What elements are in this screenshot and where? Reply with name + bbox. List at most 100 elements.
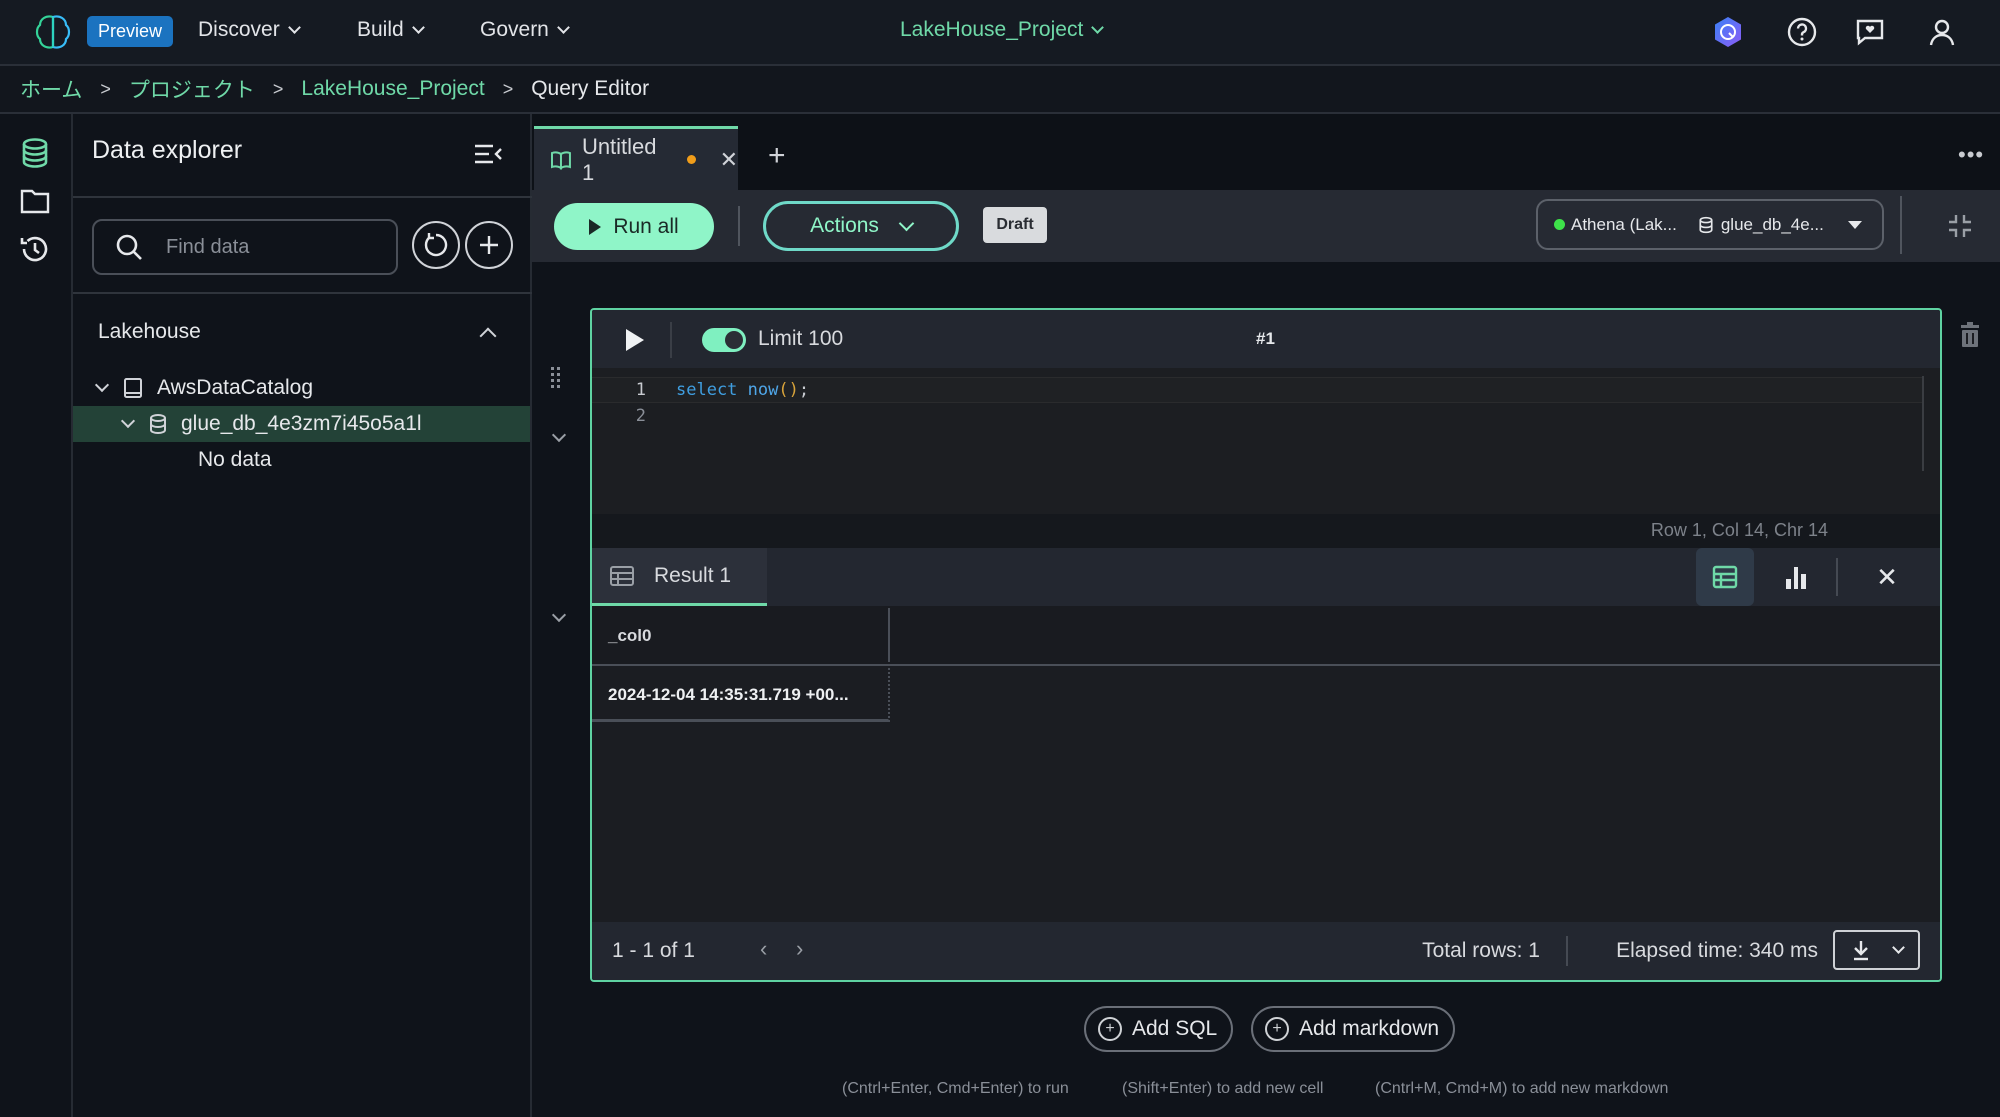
add-sql-button[interactable]: + Add SQL [1084, 1006, 1234, 1052]
cell-number: #1 [1256, 329, 1275, 348]
help-icon[interactable] [1784, 14, 1820, 50]
tree-empty-state: No data [198, 448, 272, 471]
editor-scrollbar[interactable] [1922, 376, 1924, 471]
chart-view-button[interactable] [1767, 548, 1825, 606]
search-field[interactable] [92, 219, 398, 275]
new-tab-button[interactable]: + [768, 139, 786, 173]
icon-rail [0, 114, 73, 1117]
table-row[interactable]: 2024-12-04 14:35:31.719 +00... [592, 668, 890, 722]
folder-icon[interactable] [18, 184, 52, 218]
breadcrumb-current: Query Editor [531, 77, 650, 100]
elapsed-time: Elapsed time: 340 ms [1616, 939, 1818, 962]
drag-handle-icon[interactable] [550, 366, 562, 388]
add-markdown-button[interactable]: + Add markdown [1251, 1006, 1456, 1052]
shortcut-hint-run: (Cntrl+Enter, Cmd+Enter) to run [842, 1080, 1069, 1097]
chevron-right-icon: > [100, 78, 111, 99]
app-logo-icon[interactable] [34, 13, 72, 51]
section-lakehouse[interactable]: Lakehouse [98, 320, 201, 344]
plus-circle-icon: + [1098, 1017, 1122, 1041]
actions-dropdown[interactable]: Actions [763, 201, 959, 251]
unsaved-indicator [686, 155, 696, 164]
shortcut-hint-cell: (Shift+Enter) to add new cell [1122, 1080, 1324, 1097]
chevron-down-icon[interactable] [120, 413, 136, 429]
connection-selector[interactable]: Athena (Lak... glue_db_4e... [1536, 199, 1884, 250]
close-tab-icon[interactable]: ✕ [720, 147, 738, 173]
chevron-down-icon [1091, 20, 1105, 34]
chevron-down-icon [287, 20, 301, 34]
chevron-down-icon[interactable] [94, 377, 110, 393]
collapse-editor-icon[interactable] [551, 427, 567, 443]
nav-govern[interactable]: Govern [480, 18, 570, 42]
column-resizer[interactable] [888, 608, 890, 662]
close-result-icon[interactable]: ✕ [1858, 548, 1916, 606]
add-data-button[interactable] [465, 221, 513, 269]
divider [738, 206, 740, 246]
code-line: 2 [635, 406, 646, 426]
feedback-icon[interactable] [1852, 14, 1888, 50]
data-explorer-icon[interactable] [18, 136, 52, 170]
table-view-icon [1712, 565, 1738, 589]
breadcrumb-home[interactable]: ホーム [20, 74, 82, 104]
delete-cell-icon[interactable] [1958, 322, 1982, 348]
breadcrumb: ホーム > プロジェクト > LakeHouse_Project > Query… [0, 66, 2000, 114]
tab-untitled-1[interactable]: Untitled 1 ✕ [534, 126, 738, 190]
divider [1836, 558, 1838, 596]
data-explorer-panel: Data explorer Lakehouse AwsDataCatalog g… [73, 114, 532, 1117]
limit-toggle[interactable] [702, 328, 746, 352]
nav-build[interactable]: Build [357, 18, 425, 42]
divider [73, 196, 532, 198]
tree-item-database[interactable]: glue_db_4e3zm7i45o5a1l [73, 406, 530, 442]
plus-circle-icon: + [1265, 1017, 1289, 1041]
project-selector[interactable]: LakeHouse_Project [900, 18, 1105, 42]
code-line: 1 select now(); [592, 377, 1922, 403]
more-options-icon[interactable]: ••• [1958, 142, 1984, 168]
chevron-up-icon[interactable] [479, 327, 497, 345]
caret-down-icon [1848, 220, 1862, 229]
sql-cell[interactable]: Limit 100 #1 1 select now(); 2 Row 1, Co… [590, 308, 1942, 982]
code-token: ; [798, 380, 810, 400]
refresh-button[interactable] [412, 221, 460, 269]
cell-header: Limit 100 #1 [592, 310, 1940, 368]
minimize-icon[interactable] [1946, 212, 1974, 240]
result-footer: 1 - 1 of 1 ‹ › Total rows: 1 Elapsed tim… [592, 922, 1940, 980]
table-view-button[interactable] [1696, 548, 1754, 606]
bar-chart-icon [1786, 567, 1806, 589]
next-page-icon[interactable]: › [796, 936, 803, 962]
collapse-panel-icon[interactable] [473, 140, 503, 170]
breadcrumb-project[interactable]: LakeHouse_Project [301, 77, 484, 101]
query-editor-main: Untitled 1 ✕ + ••• Run all Actions Draft… [532, 114, 2000, 1117]
prev-page-icon[interactable]: ‹ [760, 936, 767, 962]
grid-header: _col0 [592, 606, 1940, 666]
user-profile-icon[interactable] [1924, 14, 1960, 50]
play-icon [589, 218, 602, 235]
download-button[interactable] [1833, 930, 1920, 970]
run-cell-icon[interactable] [626, 329, 644, 351]
code-token: () [778, 380, 799, 400]
editor-toolbar: Run all Actions Draft Athena (Lak... glu… [532, 190, 2000, 262]
table-cell[interactable]: 2024-12-04 14:35:31.719 +00... [608, 685, 849, 705]
database-icon [150, 414, 166, 435]
tab-strip: Untitled 1 ✕ + ••• [532, 114, 2000, 190]
history-icon[interactable] [18, 232, 52, 266]
code-editor[interactable]: 1 select now(); 2 [592, 368, 1940, 514]
divider [1900, 196, 1902, 254]
amazon-q-icon[interactable] [1710, 14, 1746, 50]
connection-status-icon [1554, 219, 1565, 230]
refresh-icon [424, 233, 448, 257]
code-token: now [747, 380, 779, 400]
download-icon [1853, 941, 1868, 961]
shortcut-hint-markdown: (Cntrl+M, Cmd+M) to add new markdown [1375, 1080, 1669, 1097]
database-icon [1699, 216, 1713, 233]
column-header[interactable]: _col0 [608, 626, 651, 646]
collapse-result-icon[interactable] [551, 607, 567, 623]
catalog-icon [124, 378, 142, 398]
divider [1566, 936, 1568, 966]
tree-item-catalog[interactable]: AwsDataCatalog [73, 370, 530, 406]
plus-icon [480, 236, 498, 254]
search-input[interactable] [166, 235, 366, 259]
run-all-button[interactable]: Run all [554, 203, 714, 250]
nav-discover[interactable]: Discover [198, 18, 301, 42]
breadcrumb-projects[interactable]: プロジェクト [129, 74, 255, 104]
tab-result-1[interactable]: Result 1 [592, 548, 767, 606]
